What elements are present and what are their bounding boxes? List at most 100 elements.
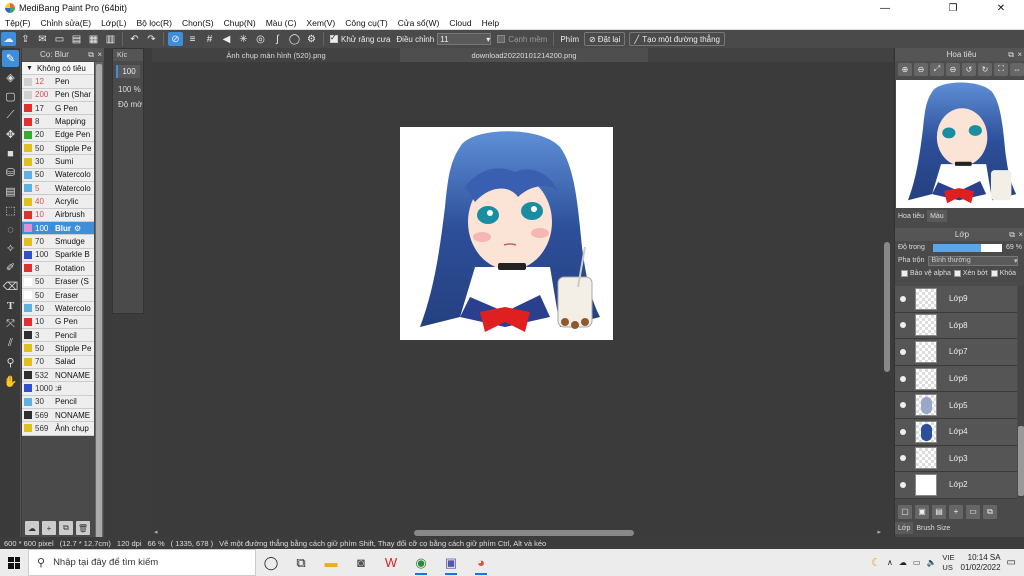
undo-icon[interactable]: ↶ [127, 32, 142, 46]
reset-view-icon[interactable]: ⛶ [994, 62, 1008, 76]
copy-brush-icon[interactable]: ⧉ [59, 521, 73, 535]
drawing-canvas[interactable] [400, 127, 613, 340]
bucket-tool-icon[interactable]: ⛁ [2, 164, 19, 181]
list-icon[interactable]: ▦ [86, 32, 101, 46]
select-tool-icon[interactable]: ⬚ [2, 202, 19, 219]
menu-snap[interactable]: Chụp(N) [219, 18, 261, 28]
brush-item[interactable]: 200 Pen (Shar [22, 88, 94, 103]
brush-item[interactable]: 70 Smudge [22, 235, 94, 249]
layer-row[interactable]: Lớp5 [895, 392, 1017, 419]
start-button[interactable] [0, 549, 28, 576]
brush-settings-icon[interactable]: ⚙ [74, 224, 81, 233]
duplicate-layer-icon[interactable]: ⧉ [983, 504, 997, 519]
menu-tools[interactable]: Công cụ(T) [340, 18, 393, 28]
circle-snap-icon[interactable]: ◎ [253, 32, 268, 46]
parallel-snap-icon[interactable]: ≡ [185, 32, 200, 46]
minimize-button[interactable]: — [862, 0, 908, 16]
menu-file[interactable]: Tệp(F) [0, 18, 36, 28]
network-icon[interactable]: ▭ [913, 558, 921, 567]
antialias-checkbox[interactable] [330, 33, 338, 43]
scroll-right-icon[interactable]: ▸ [877, 528, 881, 536]
protect-alpha-checkbox[interactable] [901, 270, 908, 277]
brush-item[interactable]: 50 Watercolo [22, 302, 94, 316]
maximize-button[interactable]: ❐ [930, 0, 976, 16]
zoom-out-icon[interactable]: ⊖ [914, 62, 928, 76]
size-value-box[interactable]: 100 [116, 65, 140, 78]
brush-list-scrollbar[interactable] [95, 62, 103, 558]
menu-filter[interactable]: Bộ lọc(R) [132, 18, 177, 28]
brush-item[interactable]: 12 Pen [22, 75, 94, 89]
layer-row[interactable]: Lớp4 [895, 418, 1017, 446]
menu-view[interactable]: Xem(V) [301, 18, 340, 28]
text-tool-icon[interactable]: T [2, 297, 19, 314]
close-icon[interactable]: × [97, 50, 102, 59]
layer-row[interactable]: Lớp3 [895, 445, 1017, 473]
layer-row[interactable]: Lớp8 [895, 312, 1017, 340]
grid-icon[interactable]: ▥ [103, 32, 118, 46]
visibility-eye-icon[interactable] [900, 295, 906, 302]
visibility-eye-icon[interactable] [900, 481, 906, 488]
scroll-left-icon[interactable]: ◂ [154, 528, 158, 536]
medibang-taskbar-icon[interactable]: ◕ [466, 549, 496, 576]
brush-item[interactable]: 5 Watercolo [22, 182, 94, 196]
cloud-brush-icon[interactable]: ☁ [25, 521, 39, 535]
correction-select[interactable]: 11 ▾ [437, 33, 492, 45]
menu-select[interactable]: Chọn(S) [177, 18, 219, 28]
rotate-right-icon[interactable]: ↻ [978, 62, 992, 76]
brush-item[interactable]: 50 Watercolo [22, 168, 94, 183]
canvas-horizontal-scrollbar[interactable]: ◂ ▸ [152, 528, 893, 537]
delete-brush-icon[interactable]: 🗑 [76, 521, 90, 535]
brush-item[interactable]: 40 Acrylic [22, 195, 94, 209]
blend-mode-select[interactable]: Bình thường ▾ [928, 255, 1019, 266]
brush-item[interactable]: 50 Eraser [22, 288, 94, 303]
rectangle-tool-icon[interactable]: ▢ [2, 88, 19, 105]
taskbar-clock[interactable]: 10:14 SA 01/02/2022 [961, 553, 1001, 573]
chrome-icon[interactable]: ◉ [406, 549, 436, 576]
canvas-vertical-scrollbar[interactable] [883, 62, 891, 532]
redo-icon[interactable]: ↷ [144, 32, 159, 46]
settings-snap-icon[interactable]: ⚙ [304, 32, 319, 46]
layer-row[interactable]: Lớp7 [895, 339, 1017, 366]
ellipse-snap-icon[interactable]: ◯ [287, 32, 302, 46]
move-tool-icon[interactable]: ✥ [2, 126, 19, 143]
snap-off-icon[interactable]: ⊘ [168, 32, 183, 46]
layer-row[interactable]: Lớp9 [895, 286, 1017, 313]
tab-layer[interactable]: Lớp [895, 522, 914, 534]
scroll-thumb[interactable] [96, 64, 102, 554]
menu-cloud[interactable]: Cloud [444, 18, 476, 28]
scroll-thumb[interactable] [884, 242, 890, 372]
navigator-preview[interactable] [896, 80, 1024, 208]
layer-list-scrollbar[interactable] [1018, 286, 1024, 498]
canvas-area[interactable]: Ảnh chụp màn hình (520).png download2022… [152, 48, 893, 537]
visibility-eye-icon[interactable] [900, 402, 906, 409]
brush-item[interactable]: 8 Mapping [22, 115, 94, 129]
brush-item[interactable]: 20 Edge Pen [22, 128, 94, 143]
select-eraser-tool-icon[interactable]: ⌫ [2, 278, 19, 295]
actual-size-icon[interactable]: ⊖ [946, 62, 960, 76]
opacity-slider[interactable] [932, 243, 1003, 252]
float-icon[interactable]: ⧉ [1008, 50, 1014, 60]
hand-tool-icon[interactable]: ✋ [2, 373, 19, 390]
visibility-eye-icon[interactable] [900, 375, 906, 382]
clipping-checkbox[interactable] [953, 270, 961, 277]
menu-window[interactable]: Cửa sổ(W) [393, 18, 445, 28]
brush-item[interactable]: 8 Rotation [22, 262, 94, 276]
menu-help[interactable]: Help [477, 18, 504, 28]
crisscross-snap-icon[interactable]: # [202, 32, 217, 46]
brush-item[interactable]: 50 Eraser (S [22, 275, 94, 289]
new-halftone-layer-icon[interactable]: ▣ [915, 504, 929, 519]
curve-snap-icon[interactable]: ∫ [270, 32, 285, 46]
notification-icon[interactable]: ▭ [1007, 557, 1016, 568]
vanishing-snap-icon[interactable]: ◀ [219, 32, 234, 46]
visibility-eye-icon[interactable] [900, 322, 906, 329]
opacity-value[interactable]: 100 % [113, 82, 143, 97]
radial-snap-icon[interactable]: ✳ [236, 32, 251, 46]
tab-navigator[interactable]: Hoa tiêu [895, 210, 927, 222]
gradient-tool-icon[interactable]: ▤ [2, 183, 19, 200]
divide-tool-icon[interactable]: ⫽ [2, 335, 19, 352]
close-button[interactable]: ✕ [978, 0, 1024, 16]
upload-icon[interactable]: ⇪ [18, 32, 33, 46]
brush-item[interactable]: 532 NONAME [22, 368, 94, 383]
lasso-tool-icon[interactable]: ◌ [2, 221, 19, 238]
brush-item[interactable]: 100 Sparkle B [22, 248, 94, 263]
